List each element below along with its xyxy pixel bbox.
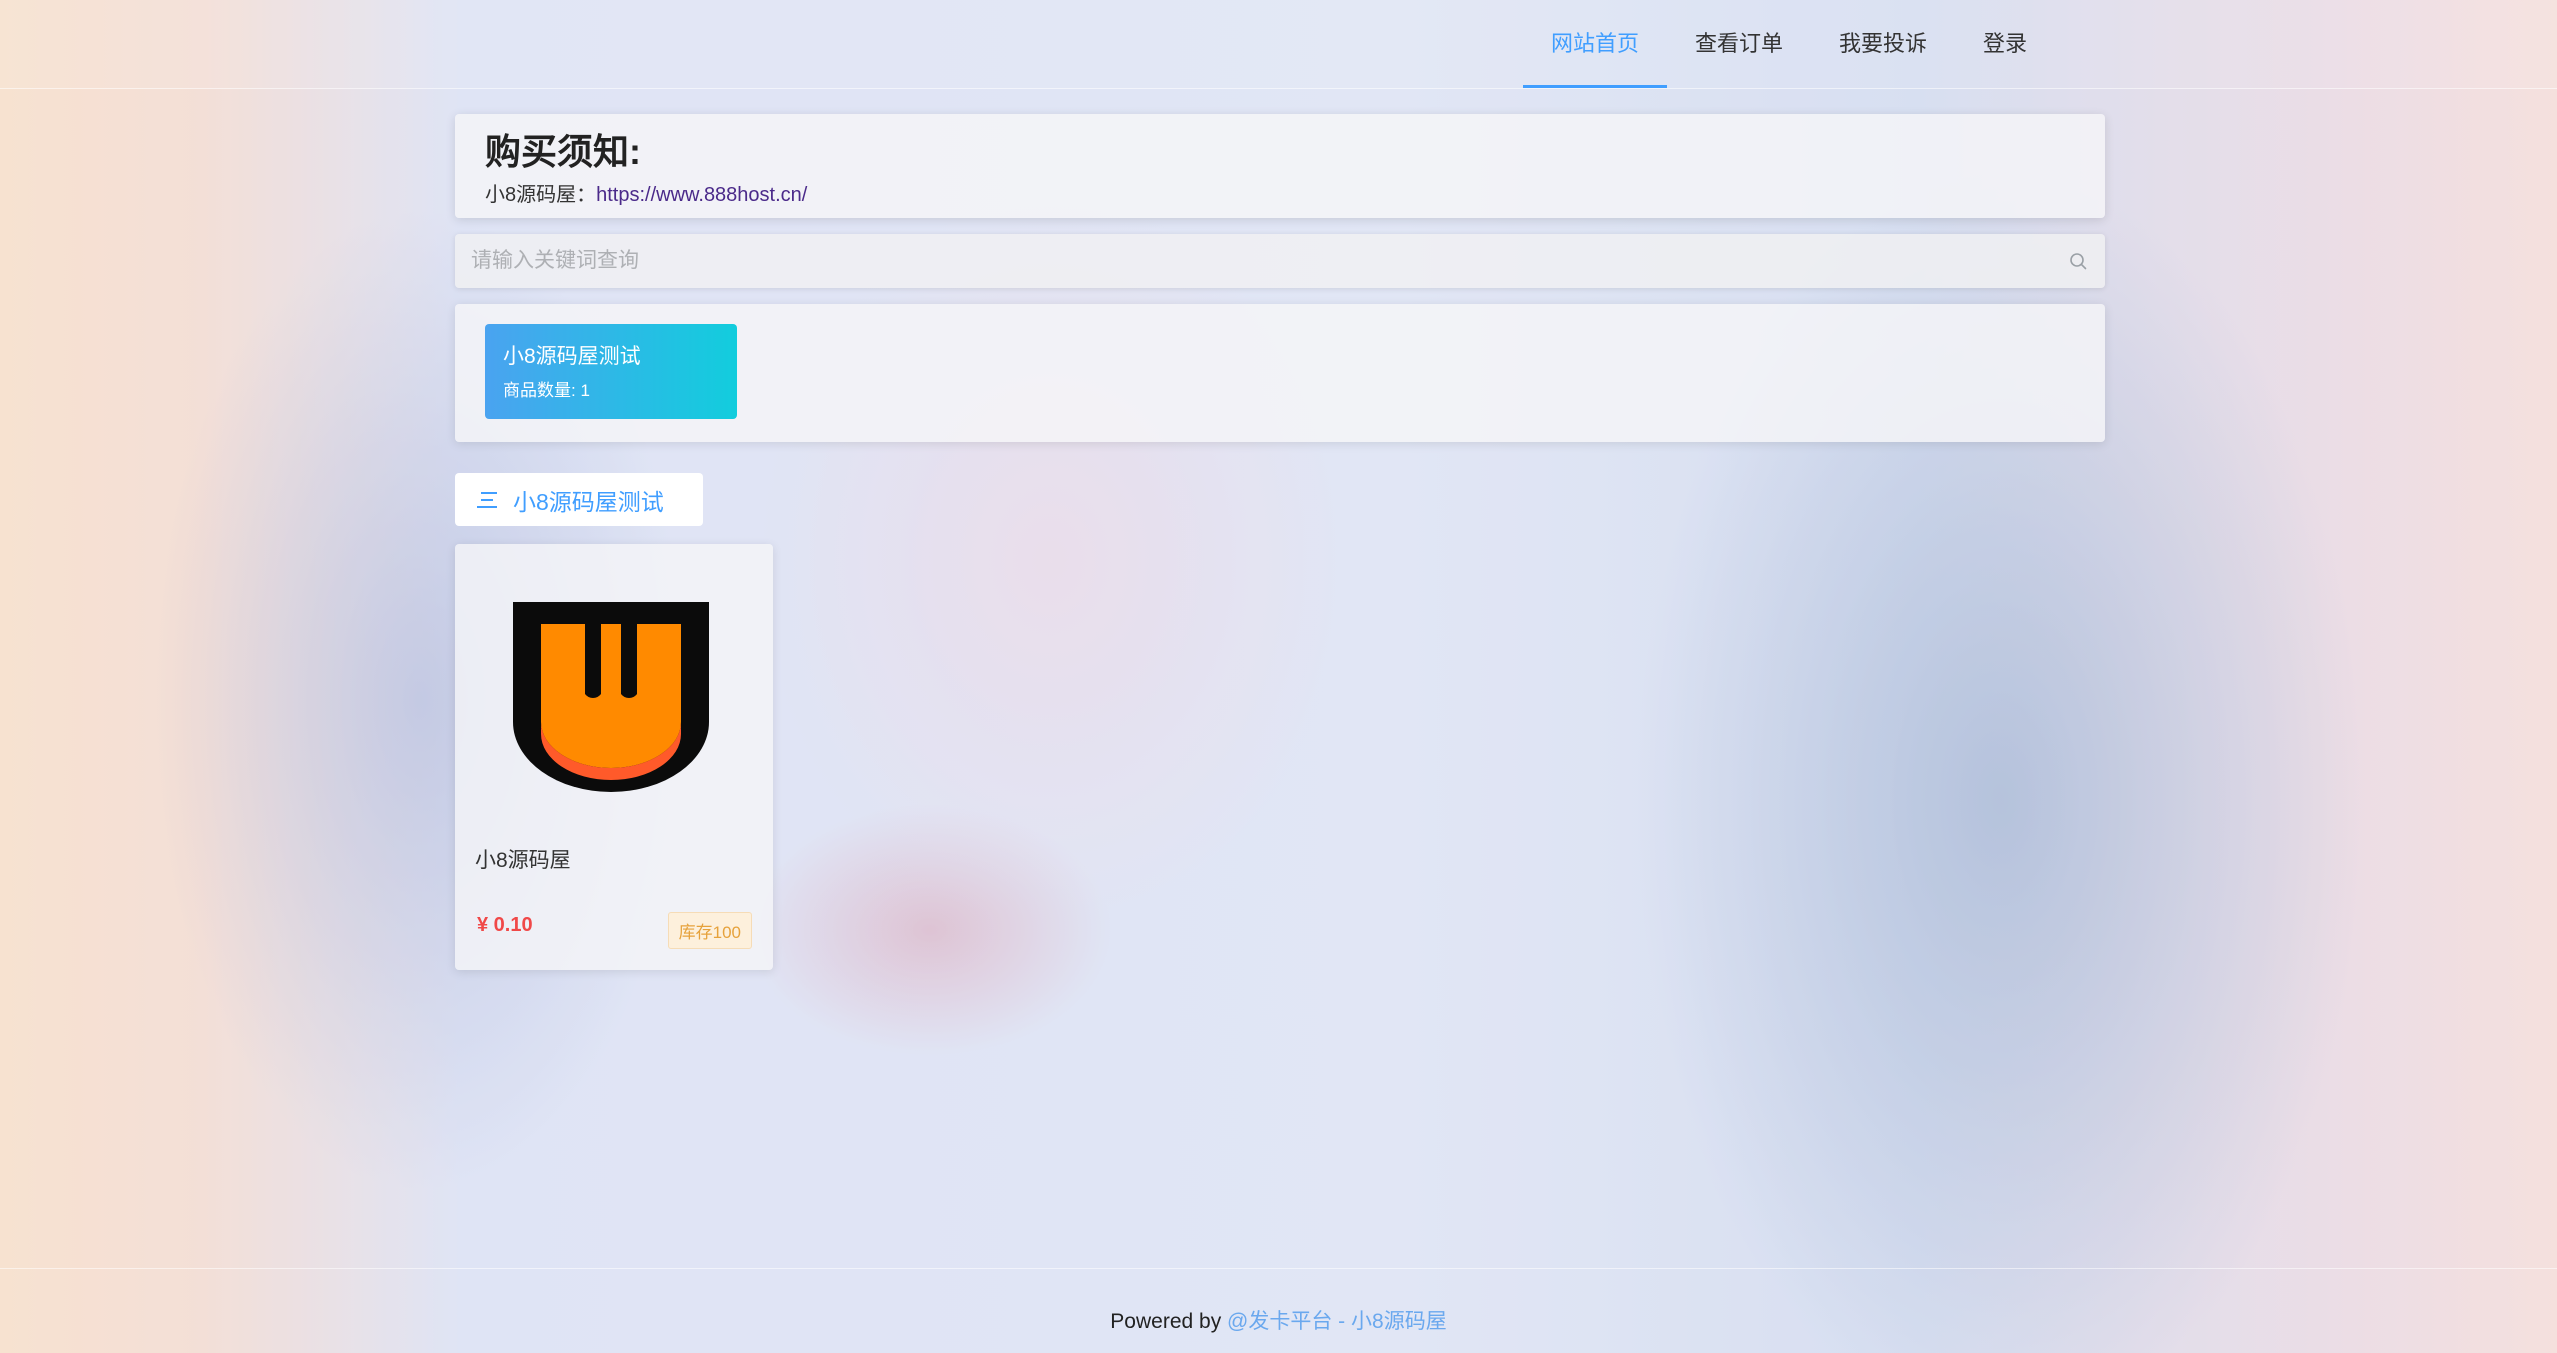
category-name: 小8源码屋测试 (503, 345, 641, 368)
nav-item-orders[interactable]: 查看订单 (1667, 0, 1811, 88)
footer: Powered by @发卡平台 - 小8源码屋 (0, 1268, 2557, 1353)
nav-item-login[interactable]: 登录 (1955, 0, 2055, 88)
notice-line: 小8源码屋：https://www.888host.cn/ (485, 178, 2075, 207)
product-name: 小8源码屋 (475, 849, 571, 872)
nav-item-complaint[interactable]: 我要投诉 (1811, 0, 1955, 88)
nav-menu: 网站首页 查看订单 我要投诉 登录 (1522, 0, 2055, 88)
purchase-notice: 购买须知: 小8源码屋：https://www.888host.cn/ (455, 114, 2105, 218)
menu-icon (477, 491, 497, 508)
stock-badge: 库存100 (667, 912, 752, 949)
category-card[interactable]: 小8源码屋测试 商品数量: 1 (485, 324, 737, 419)
notice-link[interactable]: https://www.888host.cn/ (596, 184, 807, 206)
w-logo-icon (513, 602, 709, 792)
notice-title: 购买须知: (485, 131, 641, 172)
nav-item-home[interactable]: 网站首页 (1522, 0, 1667, 88)
search-icon[interactable] (2069, 252, 2087, 270)
section-title-tab: 小8源码屋测试 (455, 473, 703, 526)
main-container: 购买须知: 小8源码屋：https://www.888host.cn/ 小8源码… (455, 114, 2105, 970)
search-input[interactable] (455, 234, 2105, 288)
footer-prefix: Powered by (1110, 1310, 1228, 1333)
footer-link[interactable]: @发卡平台 - 小8源码屋 (1227, 1310, 1447, 1333)
footer-text: Powered by @发卡平台 - 小8源码屋 (0, 1305, 2557, 1335)
category-count: 商品数量: 1 (503, 381, 590, 400)
category-panel: 小8源码屋测试 商品数量: 1 (455, 304, 2105, 442)
search-bar (455, 234, 2105, 288)
product-card[interactable]: 小8源码屋 ¥ 0.10 库存100 (455, 544, 773, 970)
notice-prefix: 小8源码屋： (485, 184, 597, 206)
product-price: ¥ 0.10 (477, 914, 533, 936)
section-title: 小8源码屋测试 (513, 488, 664, 515)
top-navbar: 网站首页 查看订单 我要投诉 登录 (0, 0, 2557, 89)
